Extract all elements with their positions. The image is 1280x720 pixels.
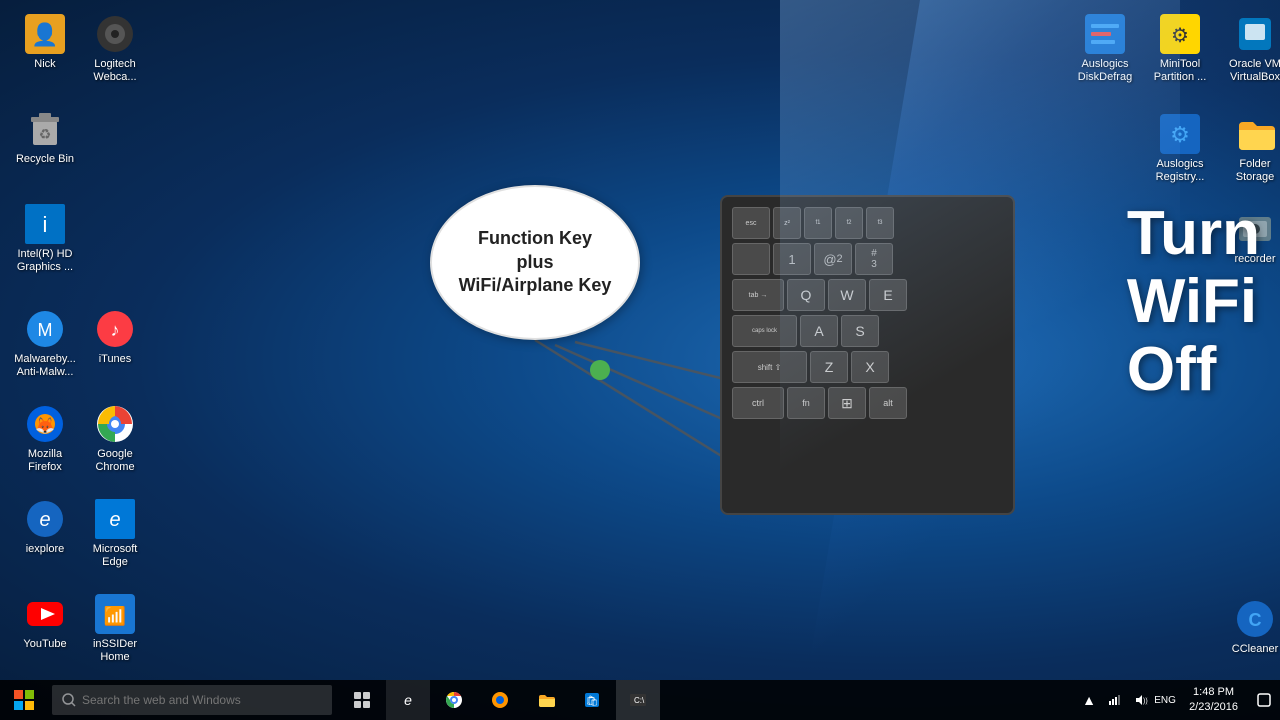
desktop-icon-auslogics-registry[interactable]: ⚙ AuslogicsRegistry... (1140, 110, 1220, 188)
svg-text:🦊: 🦊 (35, 417, 55, 435)
start-button[interactable] (0, 680, 48, 720)
search-input[interactable] (82, 693, 322, 707)
svg-text:e: e (109, 509, 120, 531)
svg-text:🛍: 🛍 (586, 695, 599, 707)
store-taskbar-icon[interactable]: 🛍 (570, 680, 614, 720)
malwarebytes-icon: M (25, 309, 65, 349)
desktop-icon-malwarebytes[interactable]: M Malwareby...Anti-Malw... (5, 305, 85, 383)
speech-bubble: Function Key plus WiFi/Airplane Key (430, 185, 640, 340)
folder-storage-icon (1235, 114, 1275, 154)
desktop: 👤 Nick LogitechWebca... ♻ Recycle Bin (0, 0, 1280, 720)
youtube-icon (25, 594, 65, 634)
network-icon[interactable] (1103, 680, 1127, 720)
volume-icon[interactable]: )))) (1129, 680, 1153, 720)
desktop-icon-nick[interactable]: 👤 Nick (5, 10, 85, 75)
inssider-icon: 📶 (95, 594, 135, 634)
taskbar: e (0, 680, 1280, 720)
firefox-taskbar-icon[interactable] (478, 680, 522, 720)
desktop-icon-folder-storage[interactable]: FolderStorage (1215, 110, 1280, 188)
edge-taskbar-icon[interactable]: e (386, 680, 430, 720)
virtualbox-icon (1235, 14, 1275, 54)
notification-icon[interactable]: ▲ (1077, 680, 1101, 720)
svg-text:👤: 👤 (31, 22, 58, 47)
search-bar[interactable] (52, 685, 332, 715)
explorer-taskbar-icon[interactable] (524, 680, 568, 720)
svg-text:C:\: C:\ (634, 696, 645, 705)
svg-text:)))): )))) (1143, 698, 1148, 705)
svg-text:♻: ♻ (39, 126, 52, 142)
chrome-taskbar-icon[interactable] (432, 680, 476, 720)
clock[interactable]: 1:48 PM 2/23/2016 (1179, 685, 1248, 716)
svg-text:e: e (39, 509, 50, 531)
desktop-icon-auslogics-defrag[interactable]: AuslogicsDiskDefrag (1065, 10, 1145, 88)
desktop-icon-itunes[interactable]: ♪ iTunes (75, 305, 155, 370)
auslogics-registry-icon: ⚙ (1160, 114, 1200, 154)
desktop-icon-chrome[interactable]: GoogleChrome (75, 400, 155, 478)
firefox-icon: 🦊 (25, 404, 65, 444)
taskbar-right: ▲ )))) ENG 1: (1073, 680, 1280, 720)
svg-text:e: e (404, 692, 412, 708)
notifications-button[interactable] (1248, 680, 1280, 720)
desktop-icon-virtualbox[interactable]: Oracle VMVirtualBox (1215, 10, 1280, 88)
task-view-icon[interactable] (340, 680, 384, 720)
desktop-icon-logitech[interactable]: LogitechWebca... (75, 10, 155, 88)
pointer-lines (0, 0, 1280, 720)
desktop-icon-recycle[interactable]: ♻ Recycle Bin (5, 105, 85, 170)
desktop-icon-ie[interactable]: e iexplore (5, 495, 85, 560)
keyboard-layout-icon[interactable]: ENG (1155, 680, 1175, 720)
desktop-icon-firefox[interactable]: 🦊 MozillaFirefox (5, 400, 85, 478)
ccleaner-icon: C (1235, 599, 1275, 639)
itunes-icon: ♪ (95, 309, 135, 349)
desktop-icon-minitool[interactable]: ⚙ MiniToolPartition ... (1140, 10, 1220, 88)
svg-text:C: C (1249, 610, 1262, 630)
wifi-off-text: Turn WiFi Off (1127, 200, 1260, 405)
ie-icon: e (25, 499, 65, 539)
svg-text:⚙: ⚙ (1171, 25, 1189, 47)
svg-text:📶: 📶 (104, 605, 126, 626)
desktop-icon-intel[interactable]: i Intel(R) HDGraphics ... (5, 200, 85, 278)
recycle-icon: ♻ (25, 109, 65, 149)
desktop-icon-ccleaner[interactable]: C CCleaner (1215, 595, 1280, 660)
desktop-icon-inssider[interactable]: 📶 inSSIDerHome (75, 590, 155, 668)
speech-bubble-text: Function Key plus WiFi/Airplane Key (449, 217, 622, 307)
cmd-taskbar-icon[interactable]: C:\ (616, 680, 660, 720)
desktop-icon-edge[interactable]: e MicrosoftEdge (75, 495, 155, 573)
intel-icon: i (25, 204, 65, 244)
svg-text:M: M (38, 320, 53, 340)
taskbar-icons: e (340, 680, 660, 720)
nick-icon: 👤 (25, 14, 65, 54)
svg-text:⚙: ⚙ (1170, 122, 1190, 147)
desktop-icon-youtube[interactable]: YouTube (5, 590, 85, 655)
logitech-icon (95, 14, 135, 54)
edge-icon: e (95, 499, 135, 539)
auslogics-defrag-icon (1085, 14, 1125, 54)
svg-text:i: i (43, 212, 48, 237)
minitool-icon: ⚙ (1160, 14, 1200, 54)
chrome-icon (95, 404, 135, 444)
keyboard-image: esc z² f1 f2 f3 1 @2 #3 tab → Q W E (720, 195, 1015, 515)
svg-text:♪: ♪ (111, 320, 120, 340)
